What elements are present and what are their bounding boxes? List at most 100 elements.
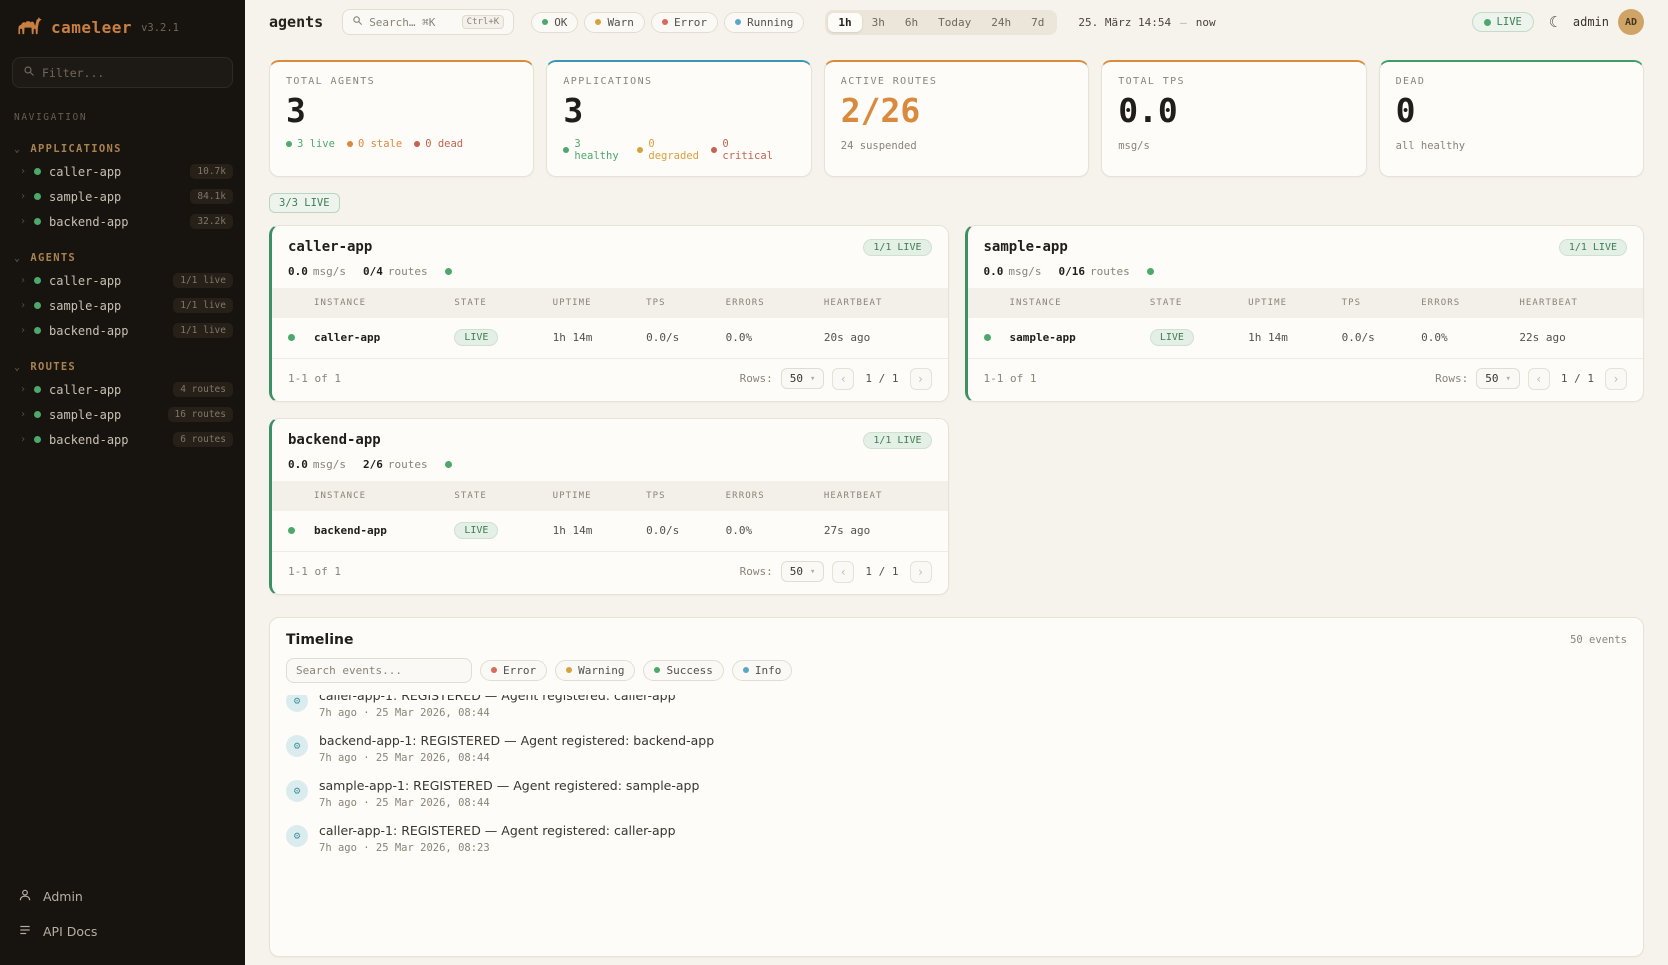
chevron-right-icon: › <box>20 409 26 420</box>
sidebar-filter[interactable] <box>12 57 233 88</box>
stat-subtext: 24 suspended <box>841 140 1072 152</box>
filter-chip-error[interactable]: Error <box>651 12 718 33</box>
filter-chip-ok[interactable]: OK <box>531 12 578 33</box>
state-badge: LIVE <box>1150 329 1194 346</box>
timeline-search-input[interactable] <box>296 664 462 677</box>
sidebar-section-agents: ⌄ AGENTS › caller-app 1/1 live › sample-… <box>0 248 245 343</box>
item-badge: 10.7k <box>190 164 233 179</box>
timeline-event[interactable]: ⚙ caller-app-1: REGISTERED — Agent regis… <box>270 695 1643 726</box>
content-area: TOTAL AGENTS 3 3 live 0 stale 0 dead APP… <box>245 44 1668 965</box>
stats-row: TOTAL AGENTS 3 3 live 0 stale 0 dead APP… <box>269 60 1644 177</box>
timeline-event[interactable]: ⚙ caller-app-1: REGISTERED — Agent regis… <box>270 816 1643 861</box>
routes-unit: routes <box>388 265 428 278</box>
camel-logo-icon <box>16 16 42 39</box>
tps-value: 0.0 <box>984 265 1004 278</box>
timeline-event[interactable]: ⚙ sample-app-1: REGISTERED — Agent regis… <box>270 771 1643 816</box>
health-dot <box>1147 268 1154 275</box>
sidebar-item-routes-sample-app[interactable]: › sample-app 16 routes <box>0 402 245 427</box>
page-indicator: 1 / 1 <box>1561 372 1594 385</box>
instance-status-dot <box>984 334 991 341</box>
section-header-agents[interactable]: ⌄ AGENTS <box>0 248 245 268</box>
status-dot <box>34 168 41 175</box>
gear-icon: ⚙ <box>286 780 308 802</box>
range-today[interactable]: Today <box>928 13 981 32</box>
chip-label: OK <box>554 16 567 29</box>
status-dot <box>34 277 41 284</box>
timeline-events[interactable]: ⚙ caller-app-1: REGISTERED — Agent regis… <box>270 695 1643 945</box>
col-errors: ERRORS <box>1421 298 1519 308</box>
chevron-right-icon: › <box>20 166 26 177</box>
rows-per-page-select[interactable]: 50▾ <box>781 561 825 582</box>
info-dot <box>743 667 749 673</box>
sidebar-item-sample-app[interactable]: › sample-app 84.1k <box>0 184 245 209</box>
range-1h[interactable]: 1h <box>828 13 861 32</box>
range-6h[interactable]: 6h <box>895 13 928 32</box>
admin-link[interactable]: Admin <box>0 879 245 914</box>
sidebar-item-backend-app[interactable]: › backend-app 32.2k <box>0 209 245 234</box>
filter-chip-running[interactable]: Running <box>724 12 804 33</box>
stat-subs: 3 healthy 0 degraded 0 critical <box>563 138 794 162</box>
prev-page-button[interactable]: ‹ <box>832 368 854 390</box>
stale-dot <box>347 141 353 147</box>
sidebar-item-routes-backend-app[interactable]: › backend-app 6 routes <box>0 427 245 452</box>
range-7d[interactable]: 7d <box>1021 13 1054 32</box>
date-range-display: 25. März 14:54 — now <box>1078 16 1215 29</box>
timeline-search[interactable] <box>286 658 472 683</box>
timeline-title: Timeline <box>286 632 354 648</box>
col-uptime: UPTIME <box>553 298 647 308</box>
table-row[interactable]: caller-app LIVE 1h 14m 0.0/s 0.0% 20s ag… <box>272 318 948 358</box>
range-24h[interactable]: 24h <box>981 13 1021 32</box>
next-page-button[interactable]: › <box>1605 368 1627 390</box>
sidebar-filter-input[interactable] <box>42 66 222 80</box>
section-header-applications[interactable]: ⌄ APPLICATIONS <box>0 139 245 159</box>
heartbeat-cell: 20s ago <box>824 331 932 344</box>
timeline-event-count: 50 events <box>1570 634 1627 646</box>
status-dot <box>34 327 41 334</box>
timeline-chip-success[interactable]: Success <box>643 660 723 681</box>
chip-label: Error <box>674 16 707 29</box>
section-label: APPLICATIONS <box>30 143 121 155</box>
filter-chip-warn[interactable]: Warn <box>584 12 645 33</box>
prev-page-button[interactable]: ‹ <box>1528 368 1550 390</box>
sidebar-item-routes-caller-app[interactable]: › caller-app 4 routes <box>0 377 245 402</box>
dark-mode-toggle-icon[interactable]: ☾ <box>1549 13 1558 31</box>
avatar[interactable]: AD <box>1618 9 1644 35</box>
global-search-input[interactable] <box>369 16 455 29</box>
timeline-event[interactable]: ⚙ backend-app-1: REGISTERED — Agent regi… <box>270 726 1643 771</box>
page-indicator: 1 / 1 <box>865 372 898 385</box>
timeline-chip-warning[interactable]: Warning <box>555 660 635 681</box>
app-live-badge: 1/1 LIVE <box>863 239 931 256</box>
rows-per-page-select[interactable]: 50▾ <box>1476 368 1520 389</box>
stat-value: 3 <box>286 92 517 130</box>
rows-label: Rows: <box>740 565 773 578</box>
app-live-badge: 1/1 LIVE <box>863 432 931 449</box>
live-indicator[interactable]: LIVE <box>1472 12 1534 32</box>
sidebar-item-agent-caller-app[interactable]: › caller-app 1/1 live <box>0 268 245 293</box>
prev-page-button[interactable]: ‹ <box>832 561 854 583</box>
sidebar-item-agent-backend-app[interactable]: › backend-app 1/1 live <box>0 318 245 343</box>
next-page-button[interactable]: › <box>910 368 932 390</box>
dead-dot <box>414 141 420 147</box>
stat-total-tps: TOTAL TPS 0.0 msg/s <box>1101 60 1366 177</box>
sidebar-item-caller-app[interactable]: › caller-app 10.7k <box>0 159 245 184</box>
table-row[interactable]: backend-app LIVE 1h 14m 0.0/s 0.0% 27s a… <box>272 511 948 551</box>
rows-per-page-select[interactable]: 50▾ <box>781 368 825 389</box>
global-search[interactable]: Ctrl+K <box>342 9 514 35</box>
timeline-chip-info[interactable]: Info <box>732 660 793 681</box>
item-label: backend-app <box>49 324 128 338</box>
next-page-button[interactable]: › <box>910 561 932 583</box>
col-state: STATE <box>1150 298 1248 308</box>
section-header-routes[interactable]: ⌄ ROUTES <box>0 357 245 377</box>
row-range: 1-1 of 1 <box>288 372 341 385</box>
document-icon <box>18 923 32 940</box>
sidebar-item-agent-sample-app[interactable]: › sample-app 1/1 live <box>0 293 245 318</box>
col-state: STATE <box>454 298 552 308</box>
table-row[interactable]: sample-app LIVE 1h 14m 0.0/s 0.0% 22s ag… <box>968 318 1644 358</box>
stat-label: TOTAL TPS <box>1118 76 1349 87</box>
table-footer: 1-1 of 1 Rows: 50▾ ‹ 1 / 1 › <box>272 551 948 594</box>
timeline-chip-error[interactable]: Error <box>480 660 547 681</box>
api-docs-link[interactable]: API Docs <box>0 914 245 949</box>
range-3h[interactable]: 3h <box>862 13 895 32</box>
event-title: caller-app-1: REGISTERED — Agent registe… <box>319 695 676 703</box>
tps-cell: 0.0/s <box>1342 331 1422 344</box>
